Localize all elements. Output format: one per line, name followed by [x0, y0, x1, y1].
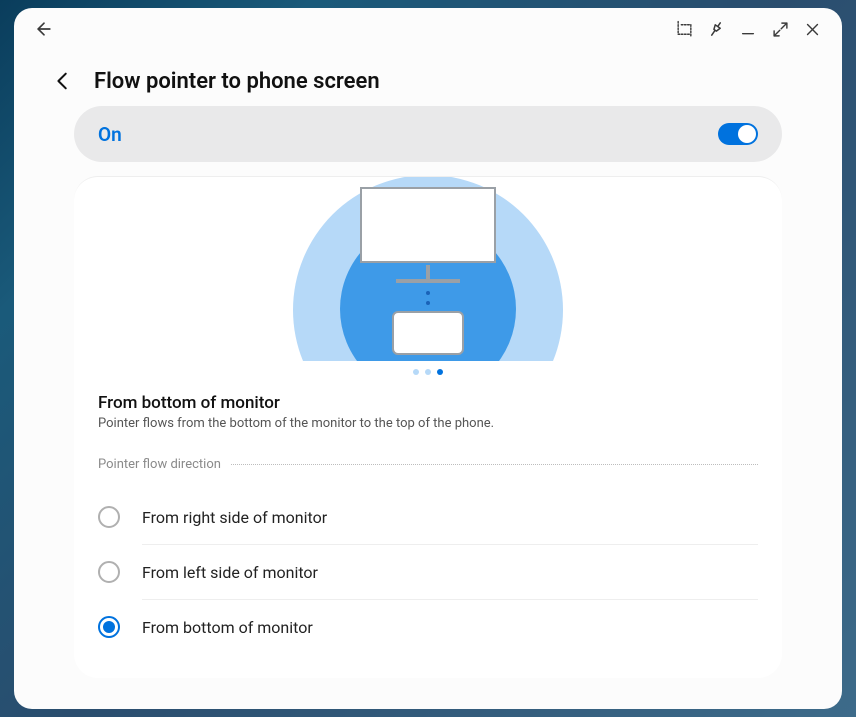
- section-divider: [231, 464, 758, 465]
- illustration-container: [98, 177, 758, 361]
- minimize-icon: [740, 21, 756, 37]
- maximize-button[interactable]: [764, 13, 796, 45]
- carousel-pager: [98, 369, 758, 375]
- option-label: From left side of monitor: [142, 563, 318, 582]
- page-content: On Fr: [14, 106, 842, 709]
- header-back-button[interactable]: [50, 68, 76, 94]
- master-toggle-label: On: [98, 123, 122, 146]
- settings-window: Flow pointer to phone screen On: [14, 8, 842, 709]
- master-toggle-row[interactable]: On: [74, 106, 782, 162]
- option-from-right[interactable]: From right side of monitor: [98, 490, 758, 544]
- radio-from-left[interactable]: [98, 561, 120, 583]
- minimize-button[interactable]: [732, 13, 764, 45]
- option-from-left[interactable]: From left side of monitor: [98, 545, 758, 599]
- pin-icon: [707, 20, 725, 38]
- option-label: From right side of monitor: [142, 508, 327, 527]
- page-header: Flow pointer to phone screen: [14, 50, 842, 106]
- page-title: Flow pointer to phone screen: [94, 69, 380, 94]
- master-toggle-switch[interactable]: [718, 123, 758, 145]
- chevron-left-icon: [52, 70, 74, 92]
- radio-from-right[interactable]: [98, 506, 120, 528]
- crop-icon: [675, 20, 694, 39]
- pager-dot-3[interactable]: [437, 369, 443, 375]
- pager-dot-1[interactable]: [413, 369, 419, 375]
- illustration-subtitle: Pointer flows from the bottom of the mon…: [98, 416, 758, 431]
- section-label: Pointer flow direction: [98, 457, 221, 472]
- arrow-left-icon: [34, 19, 54, 39]
- radio-from-bottom[interactable]: [98, 616, 120, 638]
- option-label: From bottom of monitor: [142, 618, 313, 637]
- monitor-icon: [360, 187, 496, 263]
- screenshot-button[interactable]: [668, 13, 700, 45]
- window-titlebar: [14, 8, 842, 50]
- close-button[interactable]: [796, 13, 828, 45]
- close-icon: [804, 21, 821, 38]
- flow-illustration: [292, 177, 564, 361]
- settings-card: From bottom of monitor Pointer flows fro…: [74, 176, 782, 678]
- phone-icon: [392, 311, 464, 355]
- illustration-title: From bottom of monitor: [98, 393, 758, 413]
- section-header: Pointer flow direction: [98, 457, 758, 472]
- pager-dot-2[interactable]: [425, 369, 431, 375]
- option-from-bottom[interactable]: From bottom of monitor: [98, 600, 758, 654]
- pin-button[interactable]: [700, 13, 732, 45]
- expand-icon: [772, 21, 789, 38]
- nav-back-button[interactable]: [28, 13, 60, 45]
